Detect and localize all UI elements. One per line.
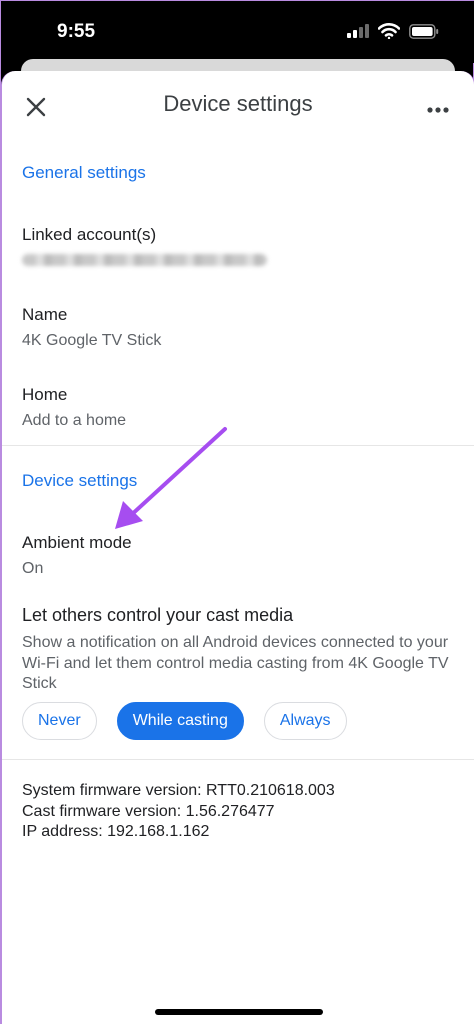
cellular-signal-icon xyxy=(347,24,369,43)
never-option-chip[interactable]: Never xyxy=(22,702,97,740)
cast-firmware-version: Cast firmware version: 1.56.276477 xyxy=(22,802,275,820)
always-option-chip[interactable]: Always xyxy=(263,702,347,740)
device-settings-sheet: Device settings General settings Linked … xyxy=(1,71,474,1024)
home-indicator xyxy=(155,1009,323,1015)
status-icons xyxy=(347,23,439,44)
cast-control-title: Let others control your cast media xyxy=(22,605,294,625)
name-title: Name xyxy=(22,305,68,324)
cast-control-description: Show a notification on all Android devic… xyxy=(22,634,449,692)
linked-accounts-row[interactable]: Linked account(s) xyxy=(22,225,454,266)
section-divider xyxy=(2,445,474,446)
system-firmware-version: System firmware version: RTT0.210618.003 xyxy=(22,782,335,799)
more-options-button[interactable] xyxy=(422,93,454,125)
wifi-icon xyxy=(377,23,401,44)
ip-address: IP address: 192.168.1.162 xyxy=(22,823,210,840)
linked-accounts-title: Linked account(s) xyxy=(22,225,157,244)
status-bar: 9:55 xyxy=(1,1,474,63)
page-title: Device settings xyxy=(163,91,313,116)
linked-account-email-blurred xyxy=(22,254,267,266)
cast-control-section: Let others control your cast media Show … xyxy=(22,605,454,695)
cast-control-options: Never While casting Always xyxy=(22,702,347,740)
general-settings-header: General settings xyxy=(22,163,146,182)
home-title: Home xyxy=(22,385,68,404)
more-options-icon xyxy=(427,100,449,118)
device-settings-header: Device settings xyxy=(22,471,138,490)
name-row[interactable]: Name 4K Google TV Stick xyxy=(22,305,454,351)
while-casting-option-chip[interactable]: While casting xyxy=(116,702,244,740)
name-value: 4K Google TV Stick xyxy=(22,332,162,349)
ambient-mode-row[interactable]: Ambient mode On xyxy=(22,533,454,579)
ambient-mode-value: On xyxy=(22,560,44,577)
section-divider xyxy=(2,759,474,760)
status-time: 9:55 xyxy=(57,21,96,42)
home-row[interactable]: Home Add to a home xyxy=(22,385,454,431)
firmware-info: System firmware version: RTT0.210618.003… xyxy=(22,781,335,843)
ambient-mode-title: Ambient mode xyxy=(22,533,132,552)
battery-icon xyxy=(409,23,439,44)
home-value: Add to a home xyxy=(22,412,127,429)
